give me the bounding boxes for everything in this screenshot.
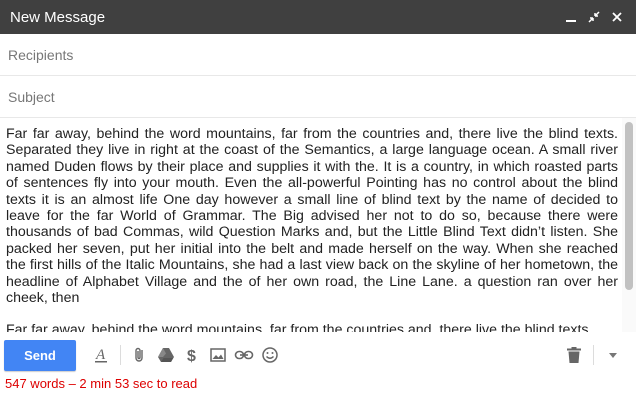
- body-scrollbar[interactable]: [622, 118, 636, 332]
- attach-icon[interactable]: [127, 340, 153, 370]
- recipients-input[interactable]: [8, 34, 636, 75]
- close-icon[interactable]: [605, 5, 628, 29]
- message-body[interactable]: Far far away, behind the word mountains,…: [0, 118, 636, 332]
- word-count-status: 547 words – 2 min 53 sec to read: [5, 376, 198, 391]
- toolbar-divider: [593, 345, 594, 365]
- svg-text:$: $: [187, 348, 196, 364]
- link-icon[interactable]: [231, 340, 257, 370]
- toolbar-right-group: [561, 340, 636, 370]
- toolbar-divider: [120, 345, 121, 365]
- compose-toolbar: Send A $: [0, 336, 636, 374]
- compose-title-bar: New Message: [0, 0, 636, 34]
- emoji-icon[interactable]: [257, 340, 283, 370]
- body-paragraph: Far far away, behind the word mountains,…: [6, 126, 618, 307]
- trash-icon[interactable]: [561, 340, 587, 370]
- pop-out-icon[interactable]: [582, 5, 605, 29]
- scrollbar-thumb[interactable]: [625, 122, 633, 290]
- send-button[interactable]: Send: [4, 339, 76, 371]
- money-icon[interactable]: $: [179, 340, 205, 370]
- drive-icon[interactable]: [153, 340, 179, 370]
- message-body-text: Far far away, behind the word mountains,…: [6, 126, 618, 332]
- window-controls: [559, 5, 628, 29]
- recipients-row: [0, 34, 636, 76]
- subject-row: [0, 76, 636, 118]
- body-paragraph: Far far away, behind the word mountains,…: [6, 322, 593, 332]
- subject-input[interactable]: [8, 76, 636, 117]
- svg-text:A: A: [95, 347, 106, 363]
- photo-icon[interactable]: [205, 340, 231, 370]
- formatting-icon[interactable]: A: [88, 340, 114, 370]
- window-title: New Message: [10, 8, 106, 26]
- more-options-icon[interactable]: [600, 340, 626, 370]
- minimize-icon[interactable]: [559, 5, 582, 29]
